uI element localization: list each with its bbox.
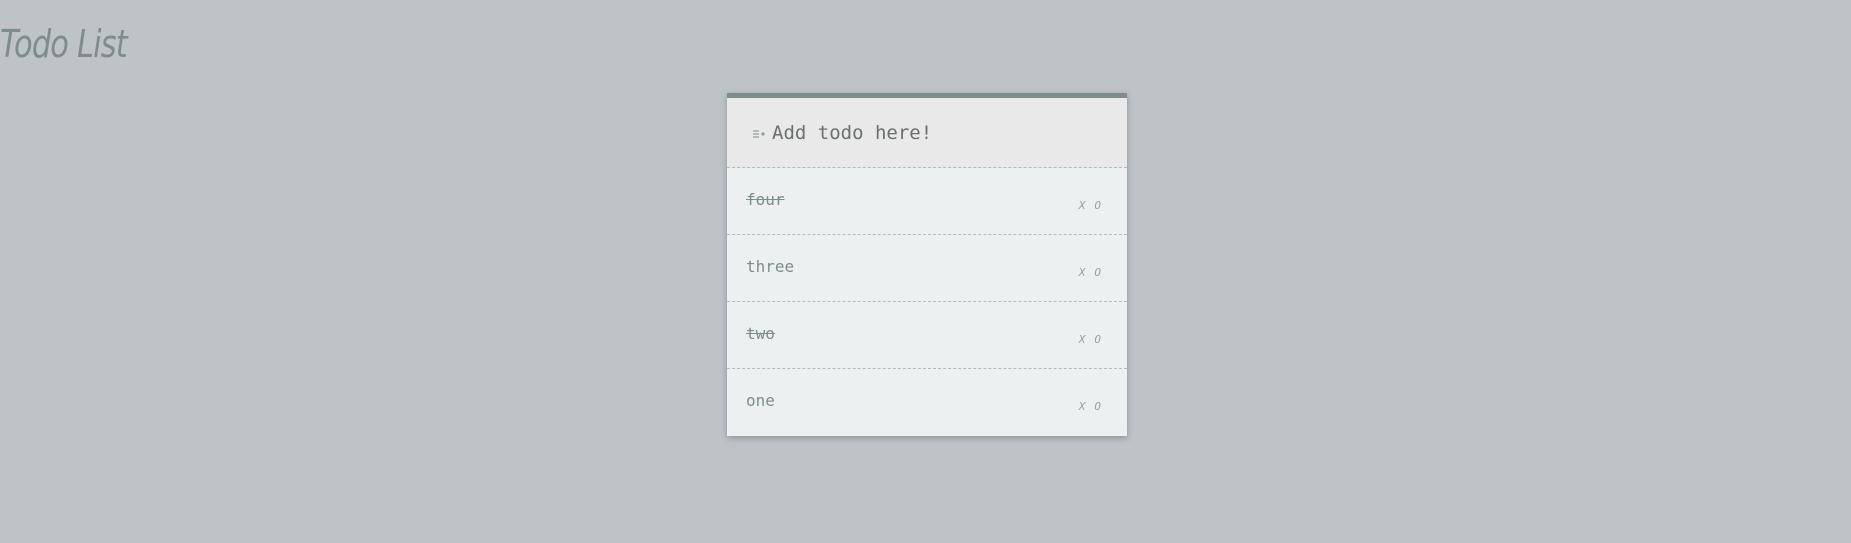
todo-text[interactable]: three: [746, 257, 794, 276]
todo-text[interactable]: four: [746, 190, 785, 209]
todo-actions: X O: [1079, 266, 1101, 279]
delete-todo-button[interactable]: X: [1079, 266, 1086, 279]
delete-todo-button[interactable]: X: [1079, 333, 1086, 346]
todo-actions: X O: [1079, 333, 1101, 346]
todo-item: one X O: [727, 369, 1127, 436]
todo-actions: X O: [1079, 400, 1101, 413]
todo-actions: X O: [1079, 199, 1101, 212]
toggle-todo-button[interactable]: O: [1094, 333, 1101, 346]
add-todo-input[interactable]: [772, 121, 1092, 144]
add-list-icon: [752, 126, 766, 140]
todo-item: two X O: [727, 302, 1127, 369]
todo-card: four X O three X O two X O one X O: [727, 93, 1127, 436]
todo-item: four X O: [727, 168, 1127, 235]
toggle-todo-button[interactable]: O: [1094, 400, 1101, 413]
delete-todo-button[interactable]: X: [1079, 400, 1086, 413]
page-title: Todo List: [0, 22, 128, 66]
toggle-todo-button[interactable]: O: [1094, 199, 1101, 212]
todo-text[interactable]: one: [746, 391, 775, 410]
todo-item: three X O: [727, 235, 1127, 302]
todo-text[interactable]: two: [746, 324, 775, 343]
toggle-todo-button[interactable]: O: [1094, 266, 1101, 279]
add-todo-row: [727, 98, 1127, 168]
delete-todo-button[interactable]: X: [1079, 199, 1086, 212]
